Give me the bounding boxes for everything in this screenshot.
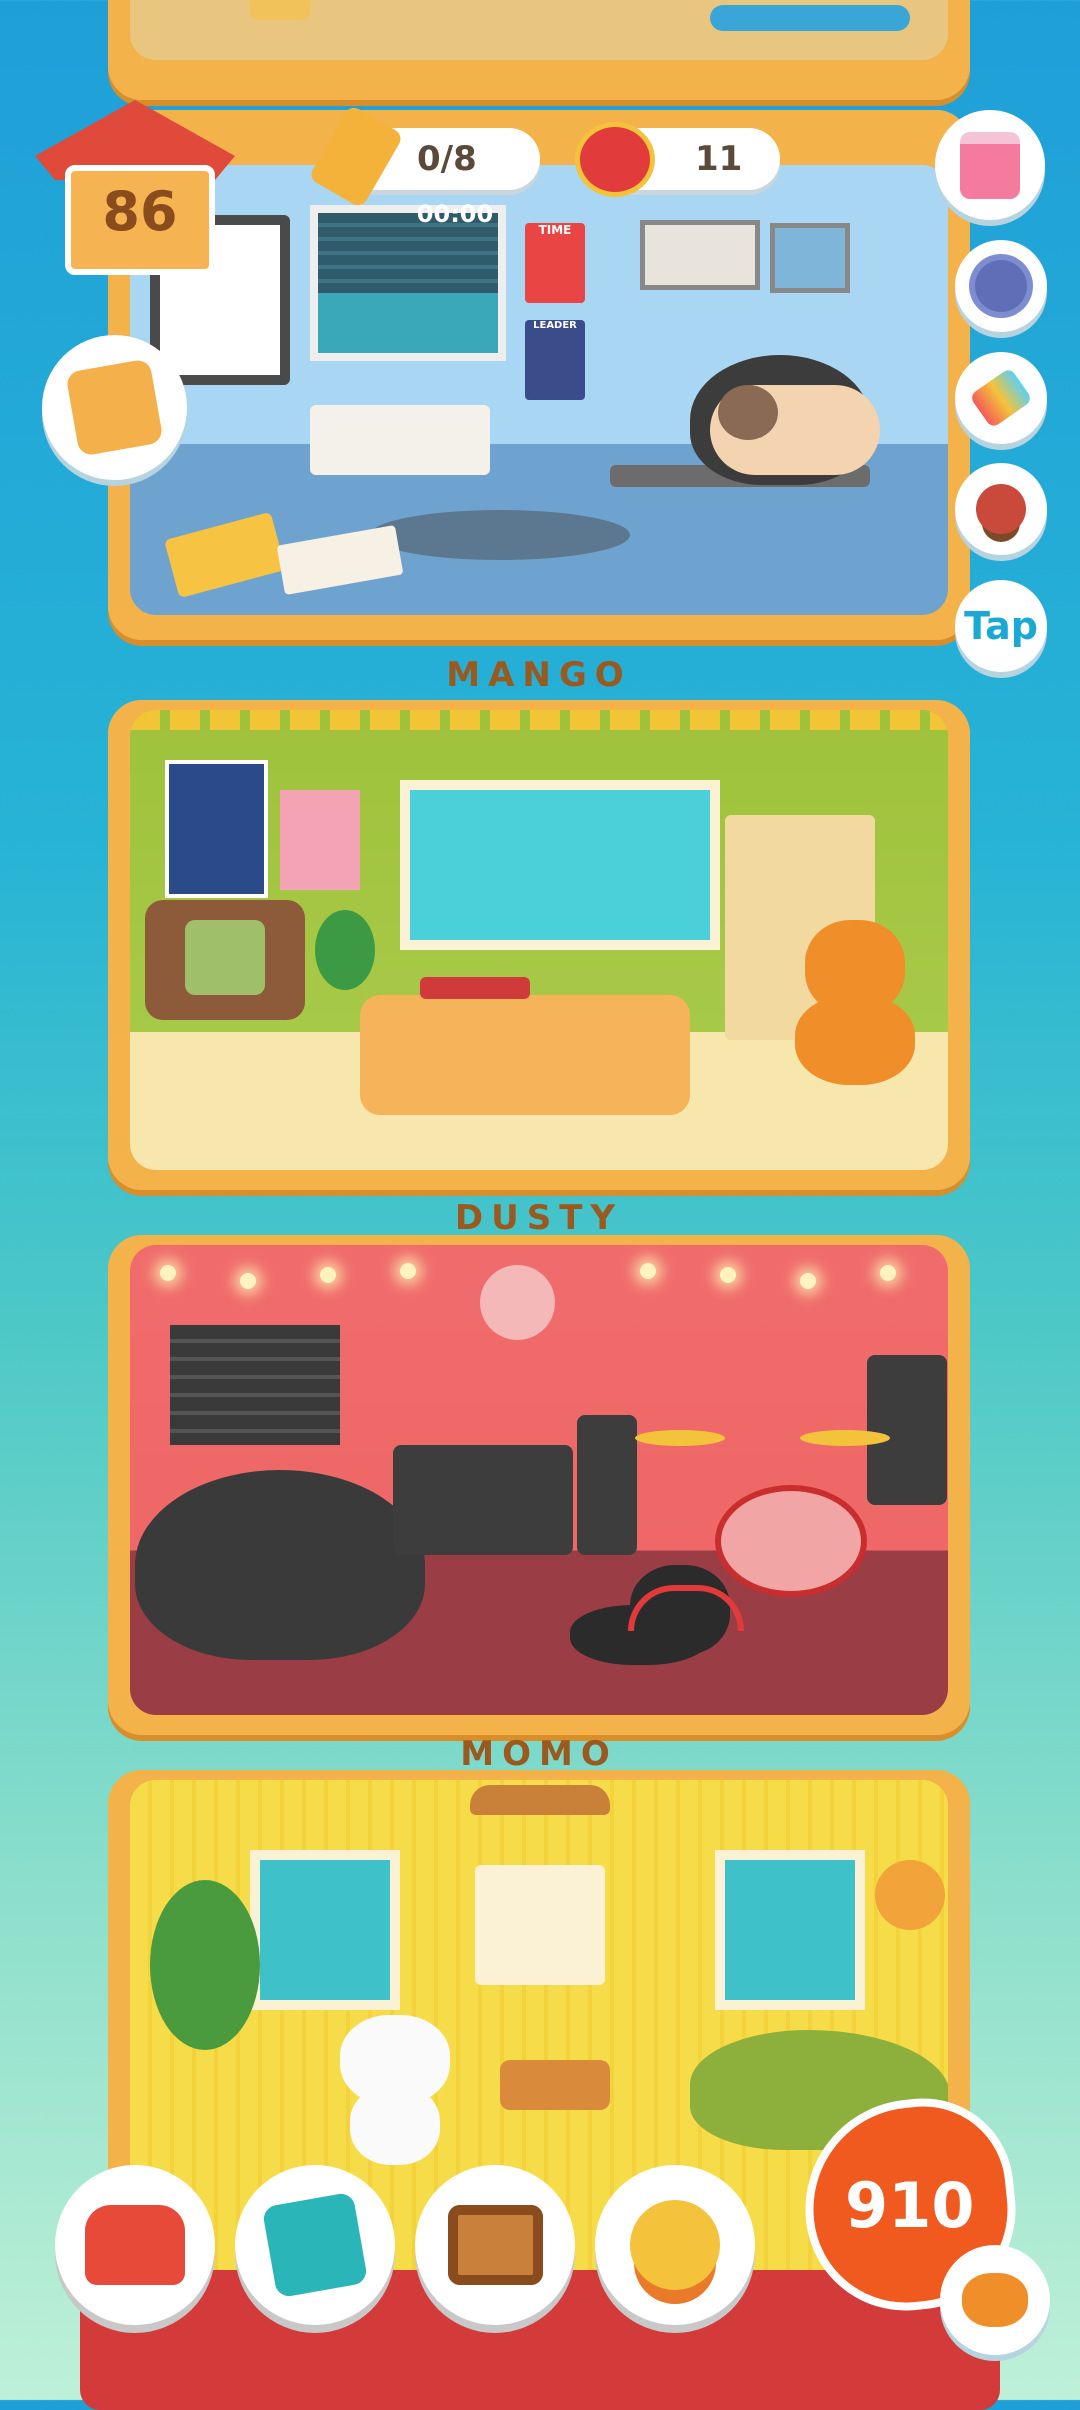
cat-house-tower: TIME LEADER MANGO DUSTY MOMO <box>108 0 970 2290</box>
beanbag <box>135 1470 425 1660</box>
house-level-button[interactable]: 86 <box>25 100 245 290</box>
siamese-cat[interactable] <box>690 355 890 485</box>
trophy-button[interactable] <box>595 2165 755 2325</box>
paint-roller-icon <box>969 367 1033 429</box>
tap-button[interactable]: Tap <box>955 580 1047 672</box>
stamp-icon <box>976 484 1026 534</box>
picture-frame <box>770 223 850 293</box>
stereo[interactable] <box>393 1445 573 1555</box>
furniture-button[interactable] <box>55 2165 215 2325</box>
dusty-room[interactable] <box>130 1245 948 1715</box>
pencil-progress: 0/8 <box>417 139 477 179</box>
palm-plant <box>150 1880 260 2050</box>
gift-button[interactable] <box>935 110 1045 220</box>
floor-dusty-frame <box>108 1235 970 1735</box>
fish-can-counter[interactable]: 11 <box>575 122 780 197</box>
rug <box>370 510 630 560</box>
potted-plant <box>315 910 375 990</box>
window <box>310 205 506 361</box>
stamp-button[interactable] <box>955 463 1047 555</box>
paint-button[interactable] <box>955 352 1047 444</box>
armchair-icon <box>85 2205 185 2285</box>
retro-tv[interactable] <box>145 900 305 1020</box>
black-cat[interactable] <box>570 1565 770 1665</box>
room-name-momo: MOMO <box>460 1734 618 1774</box>
top-floor-frame <box>108 0 970 100</box>
cat-face-icon <box>962 2273 1028 2327</box>
photo-frame-icon <box>447 2205 543 2285</box>
room-name-mango: MANGO <box>446 655 632 695</box>
waffle-icon <box>65 358 164 457</box>
poster-pink <box>280 790 360 890</box>
gear-icon <box>975 260 1027 312</box>
settings-button[interactable] <box>955 240 1047 332</box>
mango-room[interactable] <box>130 710 948 1170</box>
cabinet <box>310 405 490 475</box>
top-floor-room[interactable] <box>130 0 948 60</box>
blinds <box>170 1325 340 1445</box>
poster-leader-label: LEADER <box>533 320 577 331</box>
poster-time-label: TIME <box>538 223 572 237</box>
disco-ball <box>480 1265 555 1340</box>
window <box>400 780 720 950</box>
currency-value: 910 <box>845 2168 975 2242</box>
catalog-button[interactable] <box>235 2165 395 2325</box>
tap-label: Tap <box>964 604 1038 648</box>
photo-button[interactable] <box>415 2165 575 2325</box>
books <box>164 511 286 599</box>
timer: 00:00 <box>416 200 494 228</box>
window-right <box>715 1850 865 2010</box>
speaker-right <box>867 1355 947 1505</box>
fish-can-icon <box>575 122 655 197</box>
certificate-frame <box>640 220 760 290</box>
kotatsu-table <box>360 977 690 1115</box>
cymbal-right <box>800 1430 890 1446</box>
window-left <box>250 1850 400 2010</box>
gift-icon <box>960 131 1020 199</box>
poster-leader: LEADER <box>525 320 585 400</box>
ceiling-lamp <box>470 1785 610 1815</box>
waffle-button[interactable] <box>42 335 187 480</box>
cat-profile-button[interactable] <box>940 2245 1050 2355</box>
cymbal-left <box>635 1430 725 1446</box>
floor-mango-frame <box>108 700 970 1190</box>
papers <box>276 524 404 596</box>
pencil-counter[interactable]: 0/8 <box>307 104 540 209</box>
speaker-left <box>577 1415 637 1555</box>
house-level-value: 86 <box>102 180 178 243</box>
office-room[interactable]: TIME LEADER <box>130 165 948 615</box>
paw-book-icon <box>261 2191 369 2299</box>
room-name-dusty: DUSTY <box>454 1198 624 1238</box>
orange-cat[interactable] <box>795 920 915 1085</box>
poster-space <box>165 760 268 898</box>
trophy-globe-icon <box>630 2200 720 2290</box>
cat-clock <box>875 1860 945 1930</box>
yarn-basket <box>500 2060 610 2110</box>
calendar <box>475 1865 605 1985</box>
white-cat[interactable] <box>340 2015 450 2165</box>
fish-can-count: 11 <box>695 139 743 179</box>
poster-time: TIME <box>525 223 585 303</box>
